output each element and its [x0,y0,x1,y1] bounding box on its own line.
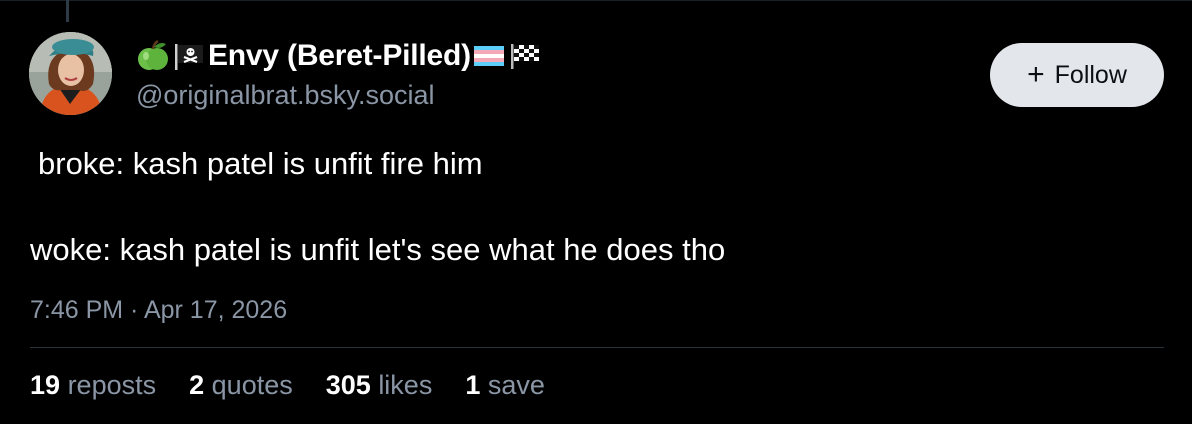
plus-icon: + [1027,58,1045,91]
post-timestamp[interactable]: 7:46 PM · Apr 17, 2026 [30,296,287,325]
pirate-flag-icon [172,39,206,73]
post-stats: 19 reposts 2 quotes 305 likes 1 save [30,370,578,401]
transgender-flag-icon [473,44,506,68]
author-handle[interactable]: @originalbrat.bsky.social [136,80,435,111]
likes-stat[interactable]: 305 likes [326,370,433,401]
quotes-count: 2 [189,370,205,400]
quotes-stat[interactable]: 2 quotes [189,370,293,401]
reposts-label: reposts [67,370,157,400]
reposts-stat[interactable]: 19 reposts [30,370,156,401]
author-display-name[interactable]: Envy (Beret-Pilled) [136,36,541,76]
likes-count: 305 [325,370,371,400]
quotes-label: quotes [211,370,293,400]
avatar[interactable] [29,32,112,115]
post-text-line-2: woke: kash patel is unfit let's see what… [30,232,726,267]
saves-count: 1 [465,370,481,400]
post-text-line-1: broke: kash patel is unfit fire him [38,146,483,181]
saves-label: save [487,370,545,400]
saves-stat[interactable]: 1 save [465,370,545,401]
thread-connector-line [66,0,69,22]
stats-divider [30,347,1164,348]
likes-label: likes [378,370,433,400]
reposts-count: 19 [30,370,61,400]
follow-button-label: Follow [1054,60,1127,89]
top-border [0,0,1192,1]
follow-button[interactable]: + Follow [990,43,1164,107]
checkered-flag-icon [509,41,541,71]
green-apple-icon [136,39,170,73]
display-name-text: Envy (Beret-Pilled) [208,39,471,72]
